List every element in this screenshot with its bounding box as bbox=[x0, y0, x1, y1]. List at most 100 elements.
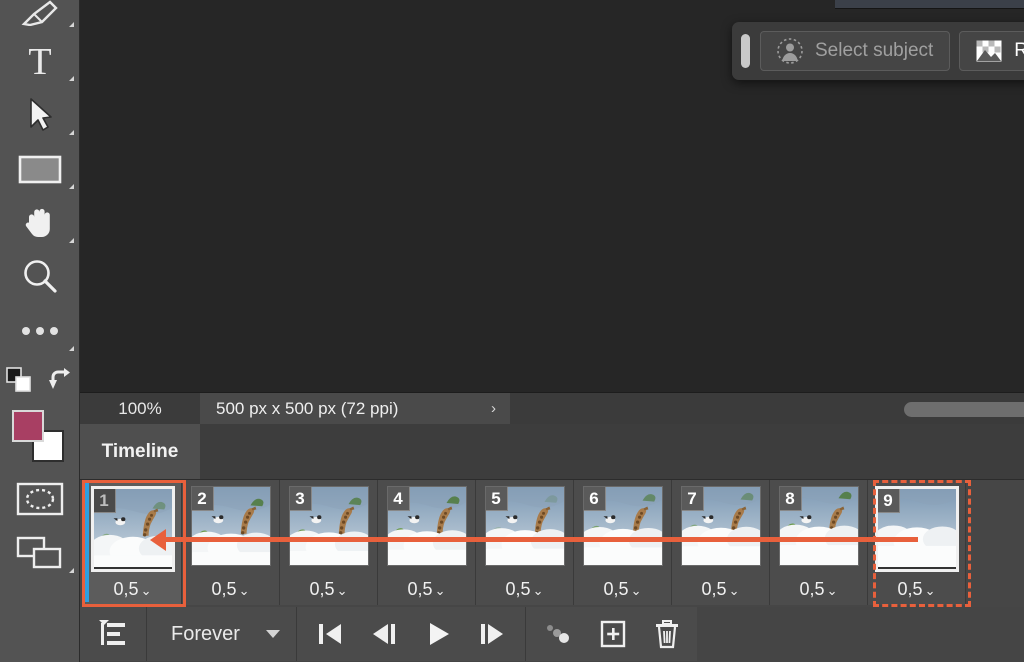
loop-option-select[interactable]: Forever bbox=[153, 607, 290, 661]
frame-thumbnail[interactable]: 4 bbox=[387, 486, 467, 566]
tool-expand-corner bbox=[69, 76, 74, 81]
image-icon bbox=[976, 40, 1002, 62]
horizontal-scrollbar[interactable] bbox=[814, 399, 1024, 419]
frame-delay-value: 0,5 bbox=[506, 579, 531, 600]
frame-number: 9 bbox=[878, 489, 900, 513]
chevron-down-icon[interactable]: ⌄ bbox=[729, 583, 740, 599]
frame-delay-select[interactable]: 0,5⌄ bbox=[310, 579, 348, 600]
frame-number: 1 bbox=[94, 489, 116, 513]
chevron-down-icon[interactable]: ⌄ bbox=[337, 583, 348, 599]
frame-delay-select[interactable]: 0,5⌄ bbox=[212, 579, 250, 600]
tool-expand-corner bbox=[69, 184, 74, 189]
frame-delay-select[interactable]: 0,5⌄ bbox=[898, 579, 936, 600]
frame-delay-select[interactable]: 0,5⌄ bbox=[800, 579, 838, 600]
shape-tool[interactable] bbox=[0, 142, 80, 196]
frame-item[interactable]: 2 0,5⌄ bbox=[182, 480, 280, 605]
frame-item[interactable]: 6 0,5⌄ bbox=[574, 480, 672, 605]
canvas-area[interactable]: Select subject Remove bbox=[80, 0, 1024, 392]
color-controls-row bbox=[0, 358, 80, 402]
chevron-down-icon[interactable]: ⌄ bbox=[925, 583, 936, 599]
zoom-tool[interactable] bbox=[0, 250, 80, 304]
frame-thumbnail[interactable]: 5 bbox=[485, 486, 565, 566]
document-size-label: 500 px x 500 px (72 ppi) bbox=[216, 399, 398, 419]
frame-thumbnail[interactable]: 1 bbox=[91, 486, 175, 572]
type-icon: T bbox=[22, 41, 58, 81]
frame-item[interactable]: 4 0,5⌄ bbox=[378, 480, 476, 605]
frame-item[interactable]: 9 0,5⌄ bbox=[868, 480, 966, 605]
duplicate-frame-button[interactable] bbox=[586, 607, 640, 661]
select-subject-label: Select subject bbox=[815, 40, 933, 62]
frame-delay-select[interactable]: 0,5⌄ bbox=[604, 579, 642, 600]
frame-thumbnail[interactable]: 7 bbox=[681, 486, 761, 566]
frame-delay-select[interactable]: 0,5⌄ bbox=[114, 579, 152, 600]
timeline-panel: Timeline bbox=[80, 424, 1024, 662]
frame-number: 3 bbox=[290, 487, 312, 511]
frame-delay-value: 0,5 bbox=[408, 579, 433, 600]
frame-delay-value: 0,5 bbox=[310, 579, 335, 600]
previous-frame-icon bbox=[370, 621, 398, 647]
chevron-down-icon[interactable]: ⌄ bbox=[533, 583, 544, 599]
tool-expand-corner bbox=[69, 130, 74, 135]
edit-toolbar-button[interactable] bbox=[0, 304, 80, 358]
path-selection-tool[interactable] bbox=[0, 88, 80, 142]
screen-mode-button[interactable] bbox=[0, 526, 80, 580]
frame-delay-value: 0,5 bbox=[800, 579, 825, 600]
screen-mode-icon bbox=[16, 535, 64, 571]
playback-group bbox=[297, 607, 526, 661]
drag-handle[interactable] bbox=[741, 34, 750, 68]
zoom-level-field[interactable]: 100% bbox=[80, 393, 200, 425]
chevron-down-icon[interactable]: ⌄ bbox=[239, 583, 250, 599]
foreground-color-swatch[interactable] bbox=[12, 410, 44, 442]
delete-frame-button[interactable] bbox=[640, 607, 694, 661]
frame-delay-value: 0,5 bbox=[212, 579, 237, 600]
document-size-field[interactable]: 500 px x 500 px (72 ppi) › bbox=[200, 393, 510, 425]
swap-colors-icon[interactable] bbox=[48, 367, 74, 393]
frame-item[interactable]: 1 0,5⌄ bbox=[84, 480, 182, 605]
select-previous-frame-button[interactable] bbox=[357, 607, 411, 661]
ellipsis-icon bbox=[18, 324, 62, 338]
frame-thumbnail[interactable]: 9 bbox=[875, 486, 959, 572]
frame-number: 8 bbox=[780, 487, 802, 511]
chevron-down-icon[interactable] bbox=[266, 630, 280, 638]
hand-icon bbox=[21, 204, 59, 242]
loop-option-label: Forever bbox=[171, 623, 240, 646]
select-subject-button[interactable]: Select subject bbox=[760, 31, 950, 71]
chevron-down-icon[interactable]: ⌄ bbox=[141, 583, 152, 599]
type-tool[interactable]: T bbox=[0, 34, 80, 88]
remove-background-label: Remove bbox=[1014, 40, 1024, 62]
frame-thumbnail[interactable]: 6 bbox=[583, 486, 663, 566]
convert-to-video-timeline-button[interactable] bbox=[86, 607, 140, 661]
remove-background-button[interactable]: Remove bbox=[959, 31, 1024, 71]
frame-delay-value: 0,5 bbox=[702, 579, 727, 600]
brush-tool[interactable] bbox=[0, 0, 80, 34]
frame-selection-indicator bbox=[84, 482, 89, 602]
frame-delay-select[interactable]: 0,5⌄ bbox=[408, 579, 446, 600]
frame-item[interactable]: 3 0,5⌄ bbox=[280, 480, 378, 605]
person-select-icon bbox=[777, 38, 803, 64]
chevron-down-icon[interactable]: ⌄ bbox=[631, 583, 642, 599]
hand-tool[interactable] bbox=[0, 196, 80, 250]
frame-thumbnail[interactable]: 8 bbox=[779, 486, 859, 566]
frame-item[interactable]: 7 0,5⌄ bbox=[672, 480, 770, 605]
frame-delay-select[interactable]: 0,5⌄ bbox=[506, 579, 544, 600]
chevron-right-icon[interactable]: › bbox=[473, 400, 496, 417]
select-next-frame-button[interactable] bbox=[465, 607, 519, 661]
tween-button[interactable] bbox=[532, 607, 586, 661]
frame-item[interactable]: 8 0,5⌄ bbox=[770, 480, 868, 605]
tab-timeline[interactable]: Timeline bbox=[80, 424, 200, 479]
play-button[interactable] bbox=[411, 607, 465, 661]
panel-tab-strip: Timeline bbox=[80, 424, 1024, 480]
frame-thumbnail[interactable]: 2 bbox=[191, 486, 271, 566]
quick-mask-button[interactable] bbox=[0, 472, 80, 526]
chevron-down-icon[interactable]: ⌄ bbox=[435, 583, 446, 599]
frame-delay-select[interactable]: 0,5⌄ bbox=[702, 579, 740, 600]
frame-thumbnail[interactable]: 3 bbox=[289, 486, 369, 566]
frame-delay-value: 0,5 bbox=[898, 579, 923, 600]
chevron-down-icon[interactable]: ⌄ bbox=[827, 583, 838, 599]
default-colors-icon[interactable] bbox=[6, 367, 32, 393]
scrollbar-thumb[interactable] bbox=[904, 402, 1024, 417]
frame-item[interactable]: 5 0,5⌄ bbox=[476, 480, 574, 605]
next-frame-icon bbox=[478, 621, 506, 647]
select-first-frame-button[interactable] bbox=[303, 607, 357, 661]
tween-icon bbox=[543, 621, 575, 647]
